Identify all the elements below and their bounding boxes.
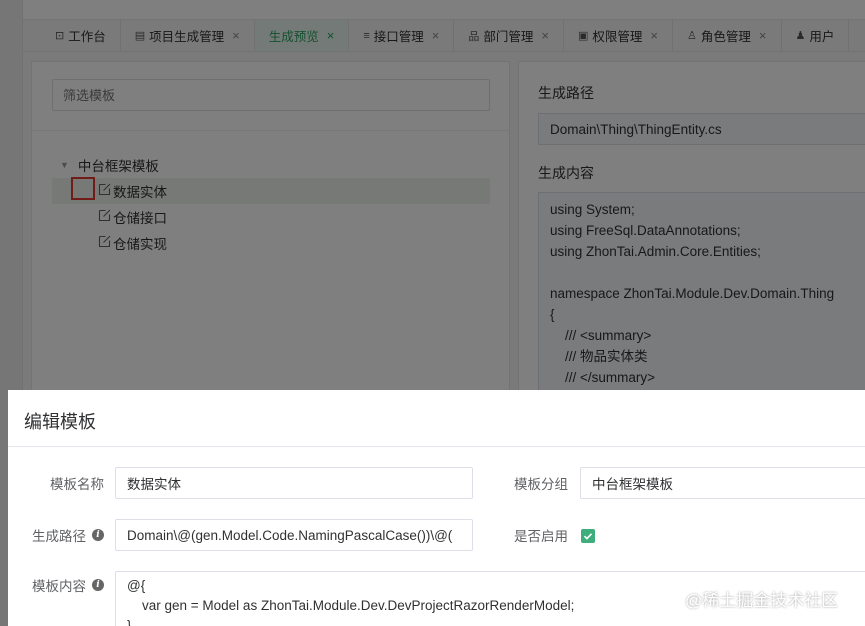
content-line: } <box>127 618 132 626</box>
dialog-divider <box>8 446 865 447</box>
gen-path-input[interactable]: Domain\@(gen.Model.Code.NamingPascalCase… <box>115 519 473 551</box>
template-content-label-text: 模板内容 <box>32 579 86 594</box>
info-icon[interactable]: i <box>92 579 104 591</box>
enabled-label: 是否启用 <box>492 519 568 551</box>
template-content-label: 模板内容 i <box>12 571 104 599</box>
template-group-select[interactable]: 中台框架模板 <box>580 467 865 499</box>
dialog-title: 编辑模板 <box>24 412 96 432</box>
template-name-label-text: 模板名称 <box>50 477 104 492</box>
template-group-label: 模板分组 <box>492 467 568 499</box>
gen-path-form-label: 生成路径 i <box>12 519 104 551</box>
watermark: @稀土掘金技术社区 <box>685 591 839 610</box>
template-name-label: 模板名称 <box>28 467 104 499</box>
template-name-input[interactable]: 数据实体 <box>115 467 473 499</box>
info-icon[interactable]: i <box>92 529 104 541</box>
enabled-label-text: 是否启用 <box>514 529 568 544</box>
enabled-checkbox[interactable] <box>581 529 595 543</box>
gen-path-form-label-text: 生成路径 <box>32 529 86 544</box>
template-group-label-text: 模板分组 <box>514 477 568 492</box>
